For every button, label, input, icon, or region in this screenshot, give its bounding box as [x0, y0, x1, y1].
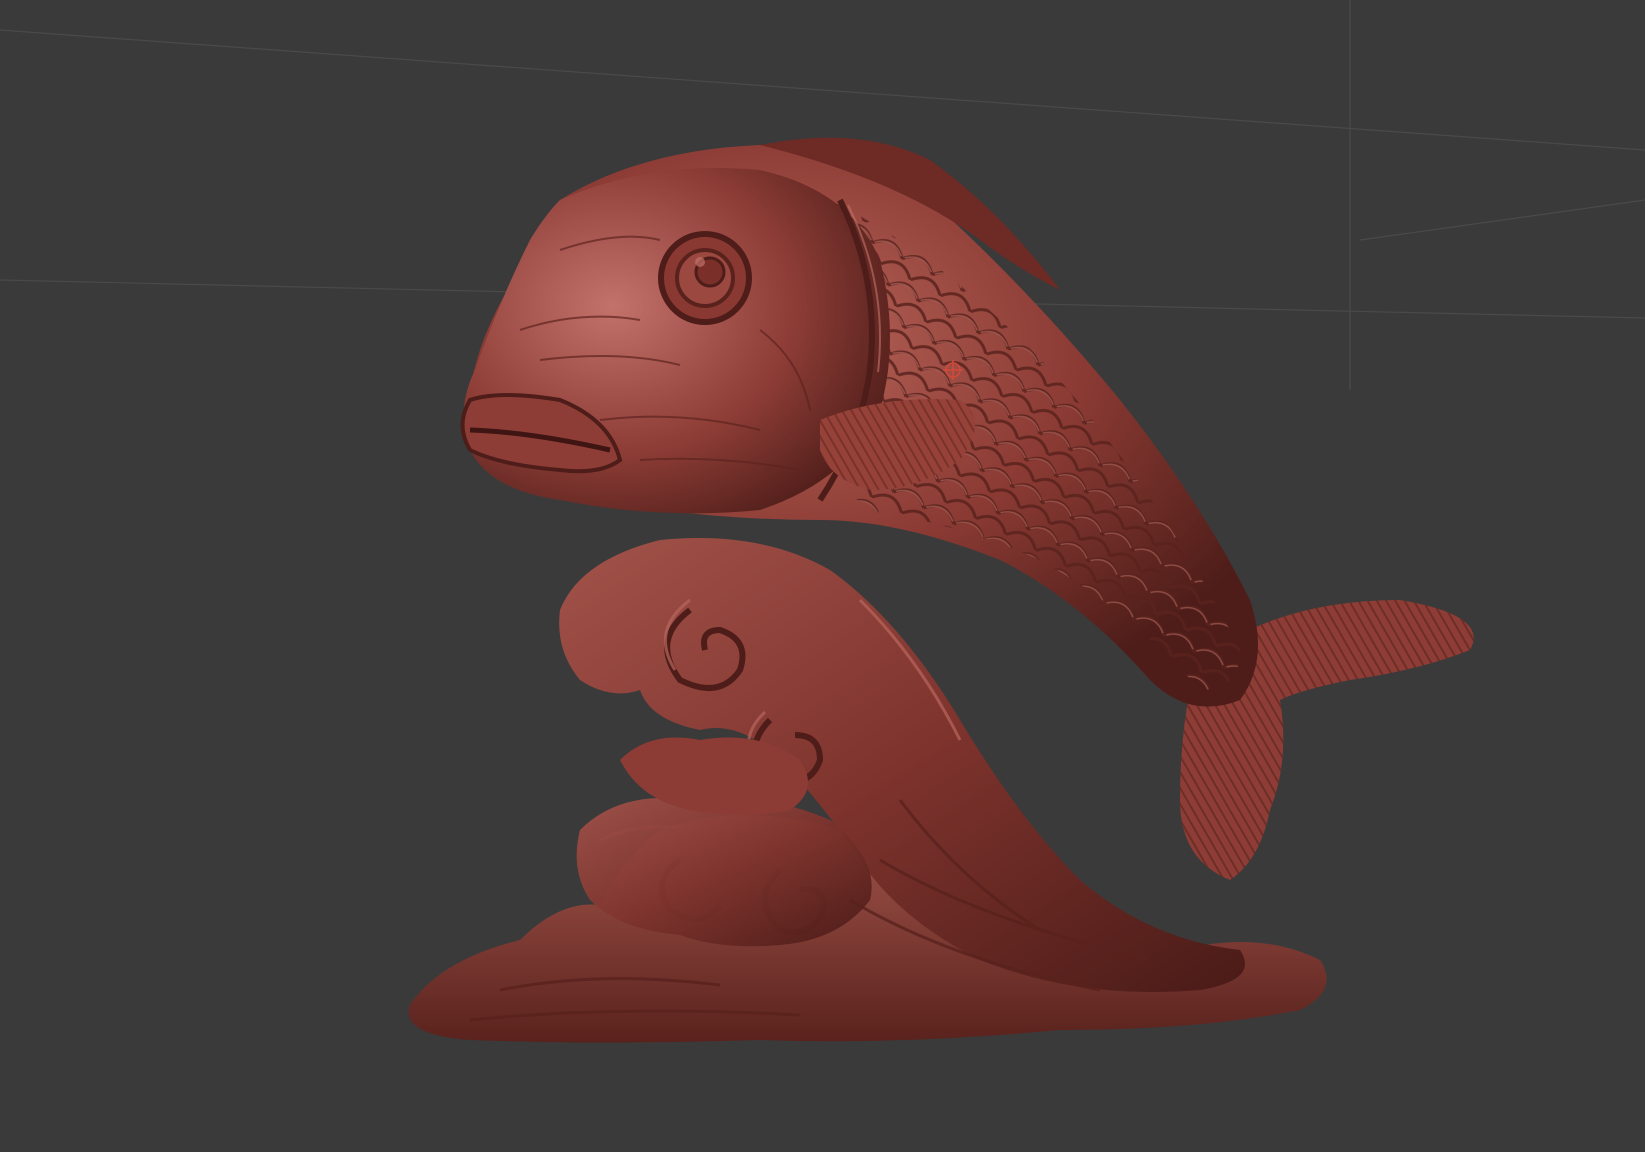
3d-viewport[interactable] [0, 0, 1645, 1152]
viewport-canvas[interactable] [0, 0, 1645, 1152]
fish-eye [658, 231, 752, 325]
